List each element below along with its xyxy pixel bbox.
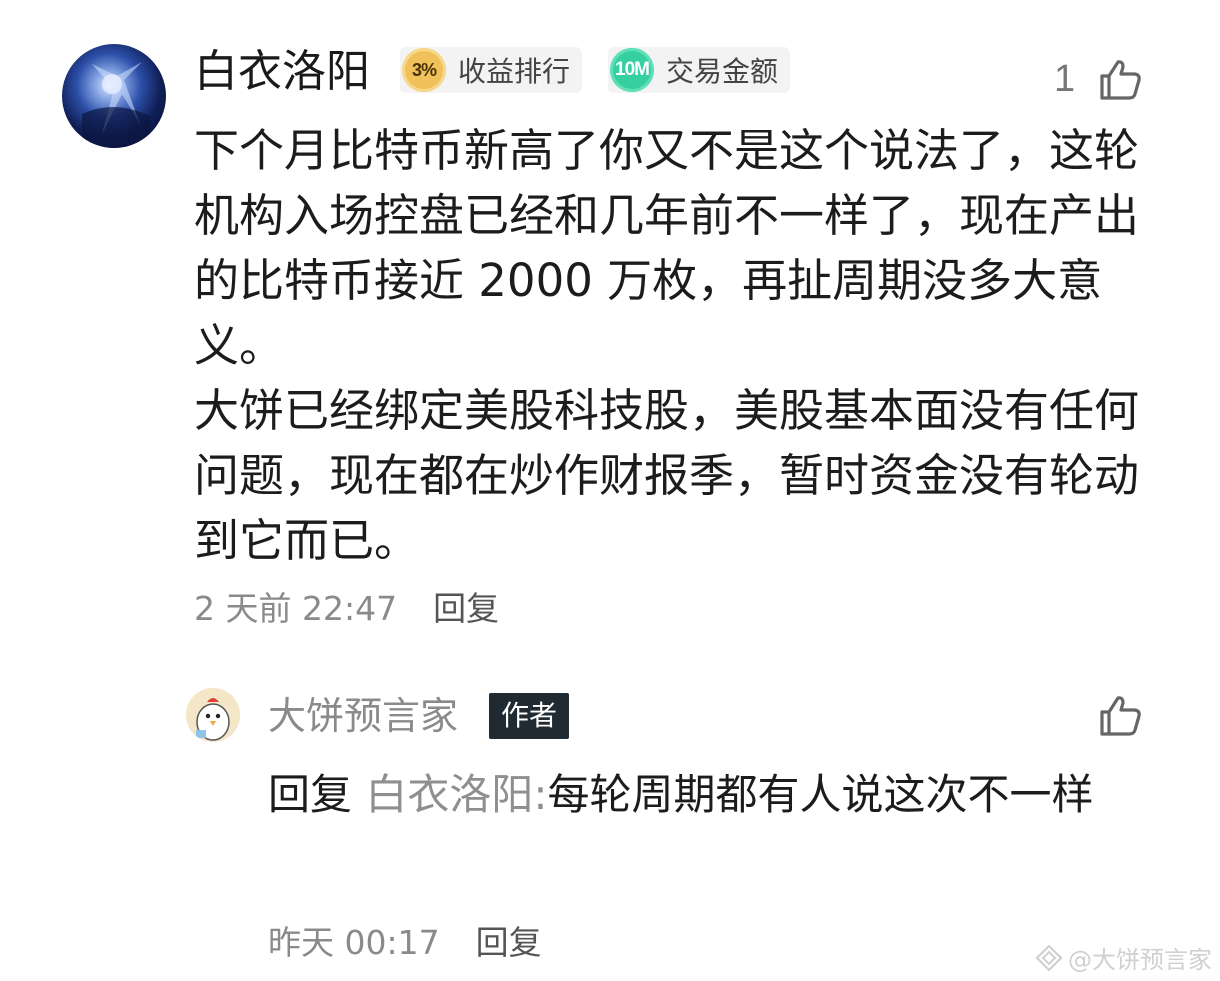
profit-rank-badge[interactable]: 3% 收益排行 <box>400 47 583 93</box>
like-count: 1 <box>1054 58 1076 100</box>
watermark: @大饼预言家 <box>1034 940 1212 975</box>
reply-content: 每轮周期都有人说这次不一样 <box>547 770 1094 819</box>
comment-paragraph: 大饼已经绑定美股科技股，美股基本面没有任何问题，现在都在炒作财报季，暂时资金没有… <box>194 384 1140 567</box>
author-tag: 作者 <box>489 693 570 739</box>
user-avatar[interactable] <box>62 44 166 148</box>
trade-amount-badge[interactable]: 10M 交易金额 <box>608 47 791 93</box>
thumbs-up-icon[interactable] <box>1096 692 1144 740</box>
comment-body: 下个月比特币新高了你又不是这个说法了，这轮机构入场控盘已经和几年前不一样了，现在… <box>194 118 1159 573</box>
comment-meta: 2 天前 22:47 回复 <box>194 582 499 630</box>
thumbs-up-icon[interactable] <box>1096 56 1144 104</box>
reply-prefix: 回复 <box>268 770 353 819</box>
reply-username[interactable]: 大饼预言家 <box>268 690 458 742</box>
reply-target[interactable]: 白衣洛阳: <box>365 770 547 819</box>
watermark-text: @大饼预言家 <box>1068 946 1212 974</box>
reply-body: 回复 白衣洛阳:每轮周期都有人说这次不一样 <box>268 760 1148 830</box>
trade-amount-badge-label: 交易金额 <box>666 55 779 88</box>
comment-reply-button[interactable]: 回复 <box>433 589 499 628</box>
reply-timestamp: 昨天 00:17 <box>268 923 440 962</box>
reply-meta: 昨天 00:17 回复 <box>268 916 542 964</box>
reply-reply-button[interactable]: 回复 <box>476 923 542 962</box>
comment-username[interactable]: 白衣洛阳 <box>194 44 370 100</box>
profit-rank-badge-icon: 3% <box>402 48 446 92</box>
trade-amount-badge-icon: 10M <box>610 48 654 92</box>
comment-timestamp: 2 天前 22:47 <box>194 589 398 628</box>
diamond-logo-icon <box>1035 943 1063 972</box>
reply-avatar[interactable] <box>186 688 240 742</box>
comment-paragraph: 下个月比特币新高了你又不是这个说法了，这轮机构入场控盘已经和几年前不一样了，现在… <box>194 124 1140 372</box>
profit-rank-badge-label: 收益排行 <box>458 55 571 88</box>
